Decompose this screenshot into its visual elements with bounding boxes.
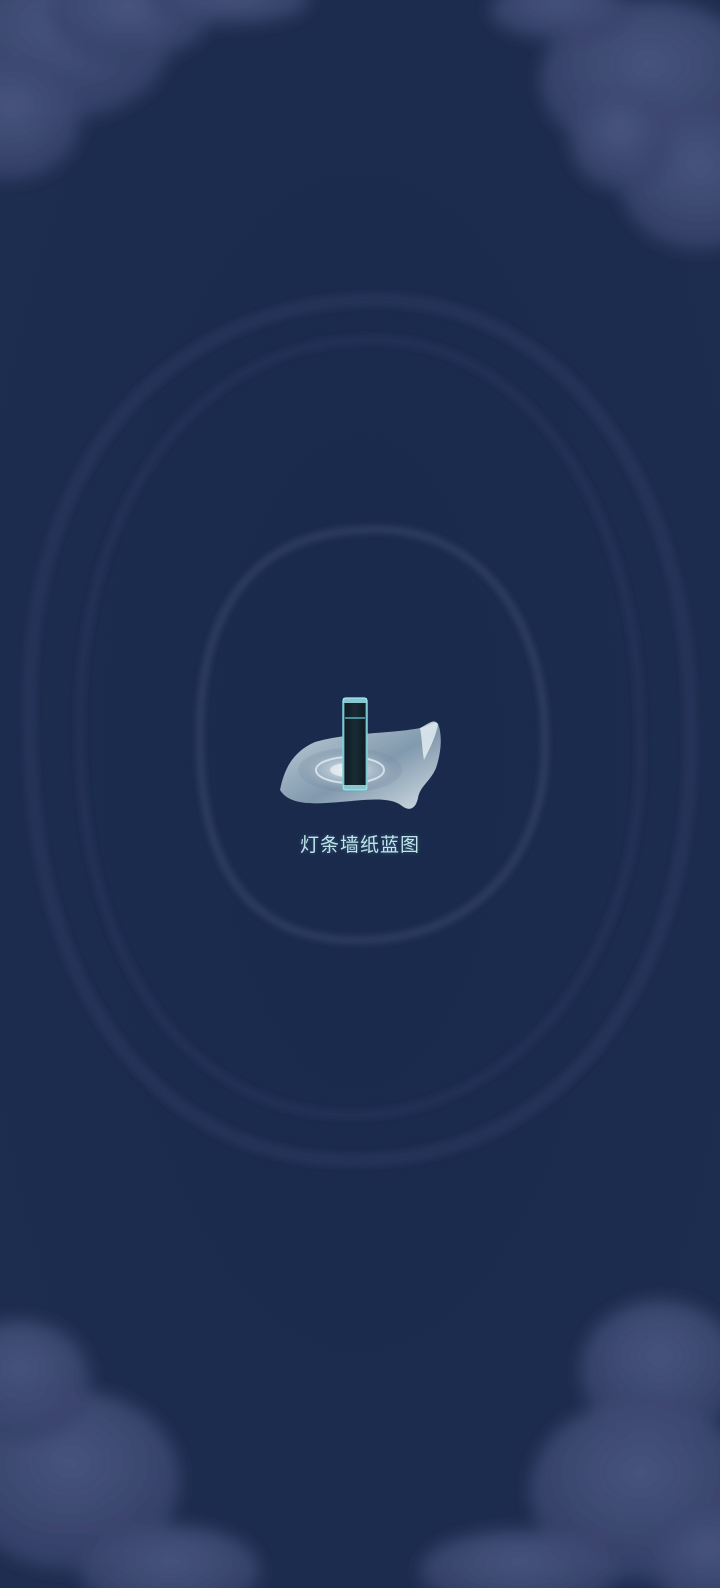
- lightbar-blueprint-icon[interactable]: [270, 690, 450, 830]
- app-item[interactable]: 灯条墙纸蓝图: [270, 690, 450, 870]
- cloud-top-left: [0, 0, 310, 180]
- cloud-top-right: [490, 0, 720, 250]
- cloud-bottom-right: [420, 1300, 720, 1588]
- wallpaper-screen: 灯条墙纸蓝图: [0, 0, 720, 1588]
- cloud-bottom-left: [0, 1320, 260, 1588]
- app-label: 灯条墙纸蓝图: [299, 834, 420, 856]
